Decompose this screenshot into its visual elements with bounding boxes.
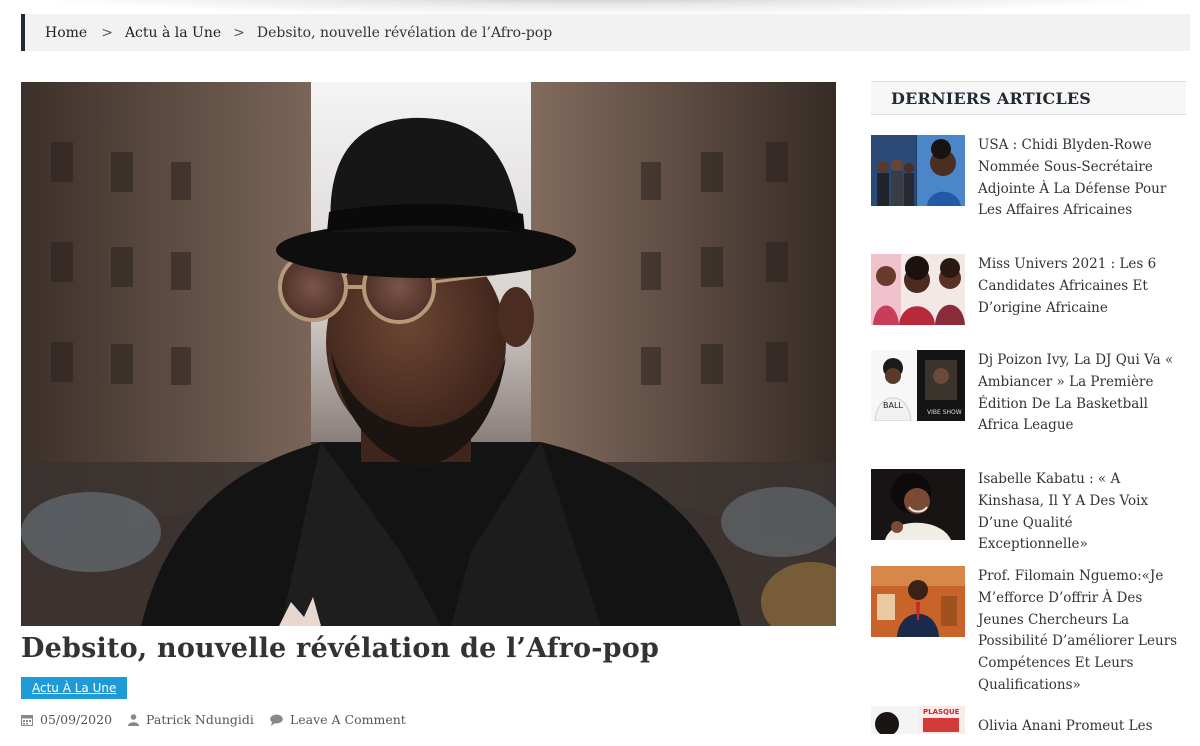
post-thumbnail[interactable] — [871, 135, 965, 206]
post-thumbnail[interactable]: BALL VIBE SHOW — [871, 350, 965, 421]
comment-icon — [270, 714, 283, 726]
post-title[interactable]: USA : Chidi Blyden-Rowe Nommée Sous-Secr… — [978, 135, 1186, 222]
svg-text:BALL: BALL — [883, 401, 903, 410]
sidebar-post[interactable]: Prof. Filomain Nguemo:«Je M’efforce D’of… — [871, 566, 1186, 693]
meta-comment: Leave A Comment — [270, 712, 406, 727]
post-title[interactable]: Prof. Filomain Nguemo:«Je M’efforce D’of… — [978, 566, 1186, 697]
breadcrumb-separator: > — [233, 24, 245, 41]
post-thumbnail[interactable] — [871, 566, 965, 637]
svg-text:VIBE SHOW: VIBE SHOW — [927, 409, 962, 416]
breadcrumb-category-link[interactable]: Actu à la Une — [125, 25, 221, 41]
post-title[interactable]: Miss Univers 2021 : Les 6 Candidates Afr… — [978, 254, 1186, 319]
meta-author: Patrick Ndungidi — [128, 712, 254, 727]
sidebar-post[interactable]: PLASQUE Olivia Anani Promeut Les — [871, 706, 1186, 746]
post-title[interactable]: Dj Poizon Ivy, La DJ Qui Va « Ambiancer … — [978, 350, 1186, 437]
post-title[interactable]: Isabelle Kabatu : « A Kinshasa, Il Y A D… — [978, 469, 1186, 556]
calendar-icon — [21, 714, 33, 726]
sidebar-post[interactable]: Isabelle Kabatu : « A Kinshasa, Il Y A D… — [871, 469, 1186, 559]
sidebar-heading: DERNIERS ARTICLES — [871, 81, 1186, 115]
meta-date: 05/09/2020 — [21, 712, 112, 727]
sidebar-post[interactable]: Miss Univers 2021 : Les 6 Candidates Afr… — [871, 254, 1186, 344]
post-thumbnail[interactable] — [871, 254, 965, 325]
sidebar-post[interactable]: USA : Chidi Blyden-Rowe Nommée Sous-Secr… — [871, 135, 1186, 225]
svg-text:PLASQUE: PLASQUE — [923, 708, 960, 716]
user-icon — [128, 713, 140, 726]
post-thumbnail[interactable]: PLASQUE — [871, 706, 965, 734]
post-thumbnail[interactable] — [871, 469, 965, 540]
category-badge[interactable]: Actu À La Une — [21, 677, 128, 699]
sidebar-post[interactable]: BALL VIBE SHOW Dj Poizon Ivy, La DJ Qui … — [871, 350, 1186, 460]
breadcrumb-separator: > — [101, 24, 113, 41]
breadcrumb: Home > Actu à la Une > Debsito, nouvelle… — [21, 14, 1190, 51]
article-title: Debsito, nouvelle révélation de l’Afro-p… — [21, 633, 660, 664]
article-meta: 05/09/2020 Patrick Ndungidi Leave A Comm… — [21, 712, 422, 727]
leave-comment-link[interactable]: Leave A Comment — [290, 712, 406, 727]
breadcrumb-current: Debsito, nouvelle révélation de l’Afro-p… — [256, 24, 553, 41]
featured-image — [21, 82, 836, 626]
author-link[interactable]: Patrick Ndungidi — [146, 712, 254, 727]
date-text: 05/09/2020 — [40, 712, 113, 727]
breadcrumb-home-link[interactable]: Home — [45, 25, 87, 41]
sidebar-heading-text: DERNIERS ARTICLES — [891, 89, 1092, 108]
post-title[interactable]: Olivia Anani Promeut Les — [978, 716, 1186, 738]
